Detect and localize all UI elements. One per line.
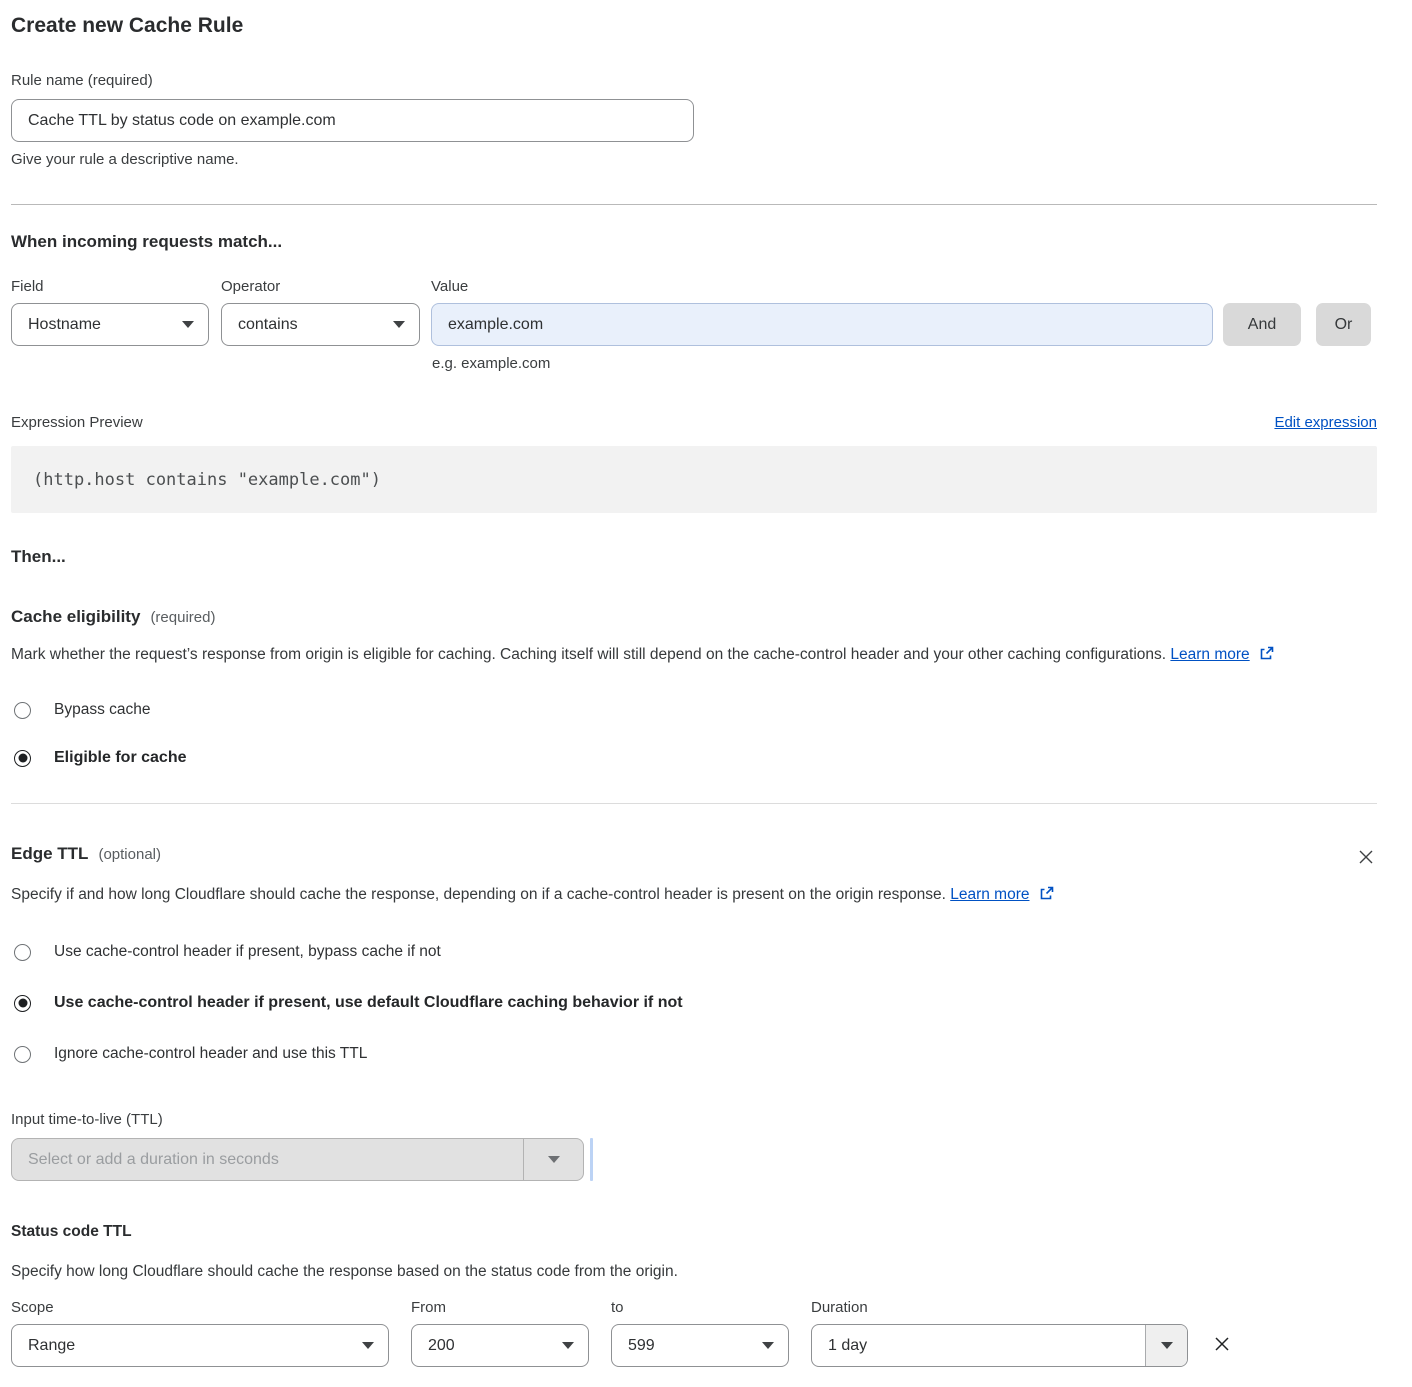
duration-select[interactable]: 1 day — [811, 1324, 1188, 1367]
adjacent-focus-edge — [590, 1138, 593, 1181]
chevron-down-icon — [362, 1342, 374, 1349]
radio-unchecked-icon[interactable] — [14, 1046, 31, 1063]
ttl-select-placeholder: Select or add a duration in seconds — [12, 1151, 523, 1169]
operator-label: Operator — [221, 278, 431, 295]
chevron-down-icon — [562, 1342, 574, 1349]
from-label: From — [411, 1299, 611, 1316]
chevron-down-icon — [548, 1156, 560, 1163]
to-label: to — [611, 1299, 811, 1316]
match-labels: Field Operator Value — [11, 278, 1377, 295]
radio-label: Eligible for cache — [54, 749, 186, 767]
operator-select[interactable]: contains — [221, 303, 420, 346]
value-input[interactable] — [431, 303, 1213, 346]
rule-name-input[interactable] — [11, 99, 694, 142]
external-link-icon — [1259, 643, 1274, 671]
external-link-icon — [1039, 883, 1054, 911]
ttl-duration-select-disabled: Select or add a duration in seconds — [11, 1138, 584, 1181]
chevron-down-icon — [182, 321, 194, 328]
option-ignore-cc[interactable]: Ignore cache-control header and use this… — [11, 1045, 1377, 1063]
radio-checked-icon[interactable] — [14, 995, 31, 1012]
learn-more-link[interactable]: Learn more — [1170, 646, 1249, 663]
field-select[interactable]: Hostname — [11, 303, 209, 346]
scope-select-value: Range — [28, 1337, 75, 1355]
edge-ttl-optional-badge: (optional) — [98, 846, 161, 863]
radio-unchecked-icon[interactable] — [14, 702, 31, 719]
duration-select-value: 1 day — [812, 1325, 1145, 1366]
cache-eligibility-required-badge: (required) — [150, 609, 215, 626]
from-select[interactable]: 200 — [411, 1324, 589, 1367]
cache-eligibility-description: Mark whether the request’s response from… — [11, 641, 1377, 671]
field-select-value: Hostname — [28, 316, 101, 334]
chevron-down-icon — [1161, 1342, 1173, 1349]
scope-select[interactable]: Range — [11, 1324, 389, 1367]
radio-label: Bypass cache — [54, 701, 151, 719]
option-cc-bypass[interactable]: Use cache-control header if present, byp… — [11, 943, 1377, 961]
close-edge-ttl-button[interactable] — [1355, 846, 1377, 871]
to-select[interactable]: 599 — [611, 1324, 789, 1367]
or-button[interactable]: Or — [1316, 303, 1371, 346]
radio-label: Ignore cache-control header and use this… — [54, 1045, 367, 1063]
expression-preview-label: Expression Preview — [11, 414, 143, 431]
select-arrow-section — [523, 1139, 583, 1180]
operator-select-value: contains — [238, 316, 298, 334]
close-icon — [1212, 1342, 1232, 1357]
edge-ttl-title: Edge TTL — [11, 844, 88, 864]
edit-expression-link[interactable]: Edit expression — [1274, 414, 1377, 431]
from-select-value: 200 — [428, 1337, 455, 1355]
radio-label: Use cache-control header if present, use… — [54, 994, 683, 1012]
and-button[interactable]: And — [1223, 303, 1301, 346]
chevron-down-icon — [393, 321, 405, 328]
radio-checked-icon[interactable] — [14, 750, 31, 767]
cache-eligibility-title: Cache eligibility — [11, 607, 140, 627]
radio-unchecked-icon[interactable] — [14, 944, 31, 961]
ttl-input-label: Input time-to-live (TTL) — [11, 1111, 1377, 1128]
rule-name-label: Rule name (required) — [11, 72, 1377, 89]
value-label: Value — [431, 278, 468, 295]
option-bypass-cache[interactable]: Bypass cache — [11, 701, 1377, 719]
close-icon — [1357, 854, 1375, 869]
option-cc-default[interactable]: Use cache-control header if present, use… — [11, 994, 1377, 1012]
duration-label: Duration — [811, 1299, 868, 1316]
chevron-down-icon — [762, 1342, 774, 1349]
value-hint: e.g. example.com — [432, 355, 1377, 372]
remove-status-ttl-row-button[interactable] — [1210, 1332, 1234, 1359]
page-title: Create new Cache Rule — [11, 14, 1377, 38]
then-heading: Then... — [11, 547, 1377, 567]
scope-label: Scope — [11, 1299, 411, 1316]
divider — [11, 803, 1377, 804]
status-code-ttl-description: Specify how long Cloudflare should cache… — [11, 1263, 1377, 1281]
expression-code-block: (http.host contains "example.com") — [11, 446, 1377, 513]
divider — [11, 204, 1377, 205]
status-code-ttl-title: Status code TTL — [11, 1223, 1377, 1241]
expression-code: (http.host contains "example.com") — [33, 470, 381, 490]
match-heading: When incoming requests match... — [11, 232, 1377, 252]
select-arrow-section[interactable] — [1145, 1325, 1187, 1366]
to-select-value: 599 — [628, 1337, 655, 1355]
radio-label: Use cache-control header if present, byp… — [54, 943, 441, 961]
option-eligible-for-cache[interactable]: Eligible for cache — [11, 749, 1377, 767]
status-row-labels: Scope From to Duration — [11, 1299, 1377, 1316]
field-label: Field — [11, 278, 221, 295]
learn-more-link[interactable]: Learn more — [950, 886, 1029, 903]
rule-name-help: Give your rule a descriptive name. — [11, 151, 1377, 168]
edge-ttl-description: Specify if and how long Cloudflare shoul… — [11, 881, 1116, 911]
